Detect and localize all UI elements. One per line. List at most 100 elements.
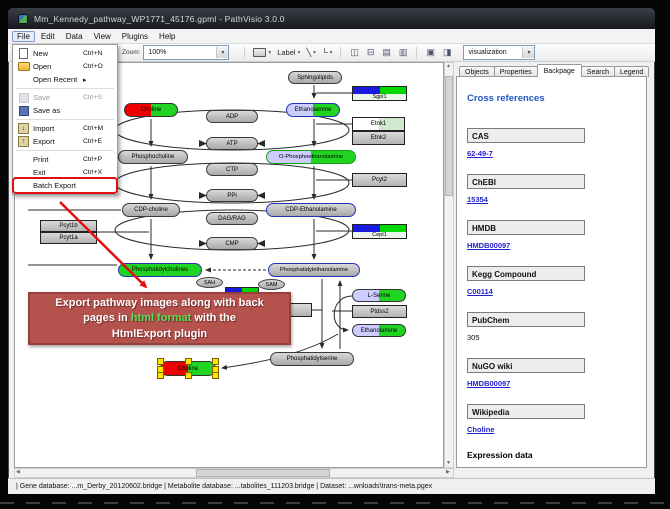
pathway-node-choline-top[interactable]: Choline [124, 103, 178, 117]
pathway-node-sgpl1[interactable]: Sgpl1 [352, 86, 407, 101]
stack-vertical-icon[interactable]: ▤ [378, 47, 395, 58]
pathway-node-etnk1[interactable]: Etnk1 [352, 117, 405, 131]
pathway-node-phosphatidylethanolamine[interactable]: Phosphatidylethanolamine [268, 263, 360, 277]
xref-source-kegg-compound: Kegg Compound [467, 266, 585, 281]
horizontal-scrollbar-thumb[interactable] [196, 469, 330, 477]
visualization-combobox[interactable]: visualization ▾ [463, 45, 535, 60]
file-menu-item-exit[interactable]: ExitCtrl+X [14, 166, 116, 179]
xref-link[interactable]: HMDB00097 [467, 379, 636, 388]
vertical-scrollbar-thumb[interactable] [445, 76, 453, 196]
pathway-node-cept1[interactable]: Cept1 [352, 224, 407, 239]
chevron-down-icon[interactable]: ▾ [216, 47, 228, 58]
status-bar: | Gene database: ...m_Derby_20120602.bri… [8, 478, 655, 494]
visualization-value: visualization [468, 49, 506, 56]
pathway-node-pcyt1a[interactable]: Pcyt1a [40, 232, 97, 244]
label-button[interactable]: Label▾ [274, 45, 303, 60]
pathway-node-choline-selected[interactable]: Choline [160, 361, 216, 376]
file-menu-item-new[interactable]: NewCtrl+N [14, 47, 116, 60]
zoom-value: 100% [148, 49, 166, 56]
pathway-node-sah[interactable]: SAH [196, 277, 223, 288]
new-icon [19, 48, 28, 59]
pathway-node-sphingolipids[interactable]: Sphingolipids [288, 71, 342, 84]
open-icon [18, 62, 30, 71]
scroll-right-icon[interactable]: ▶ [446, 470, 450, 475]
menu-data[interactable]: Data [61, 31, 88, 42]
common-width-icon[interactable]: ▣ [422, 47, 439, 58]
scroll-left-icon[interactable]: ◀ [16, 470, 20, 475]
file-menu-item-open[interactable]: OpenCtrl+O [14, 60, 116, 73]
align-center-y-icon[interactable]: ⊟ [363, 47, 379, 58]
saveas-icon [19, 106, 29, 116]
file-menu-item-print[interactable]: PrintCtrl+P [14, 153, 116, 166]
pathway-node-atp[interactable]: ATP [206, 137, 258, 150]
pathway-node-dag[interactable]: DAG/RAG [206, 212, 258, 225]
align-center-x-icon[interactable]: ◫ [346, 47, 363, 58]
annotation-line: with the [191, 312, 236, 324]
selection-handle[interactable] [185, 358, 192, 365]
expression-data-heading: Expression data [467, 450, 636, 460]
save-icon [19, 93, 29, 103]
menu-bar: FileEditDataViewPluginsHelp [8, 29, 655, 44]
xref-source-hmdb: HMDB [467, 220, 585, 235]
selection-handle[interactable] [185, 372, 192, 379]
xref-source-chebi: ChEBI [467, 174, 585, 189]
file-menu-item-save-as[interactable]: Save as [14, 104, 116, 117]
title-bar[interactable]: Mm_Kennedy_pathway_WP1771_45176.gpml - P… [8, 8, 655, 29]
pathway-node-adp[interactable]: ADP [206, 110, 258, 123]
common-height-icon[interactable]: ◨ [439, 47, 456, 58]
tab-backpage[interactable]: Backpage [537, 64, 582, 77]
xref-link[interactable]: HMDB00097 [467, 241, 636, 250]
file-menu-item-save[interactable]: SaveCtrl+S [14, 91, 116, 104]
pathway-node-ethanolamine-top[interactable]: Ethanolamine [286, 103, 340, 117]
selection-handle[interactable] [157, 372, 164, 379]
pathway-node-o-phosphoethanolamine[interactable]: O-Phosphoethanolamine [266, 150, 356, 164]
pathway-node-pcyt1b[interactable]: Pcyt1b [40, 220, 97, 232]
pathway-node-cdp-ethanolamine[interactable]: CDP-Ethanolamine [266, 203, 356, 217]
pathway-node-phosphatidylserine[interactable]: Phosphatidylserine [270, 352, 354, 366]
xref-source-nugo-wiki: NuGO wiki [467, 358, 585, 373]
pathway-node-ctp[interactable]: CTP [206, 163, 258, 176]
chevron-down-icon: ▾ [268, 50, 271, 56]
chevron-down-icon[interactable]: ▾ [522, 47, 534, 58]
pathway-node-ptdss2[interactable]: Ptdss2 [352, 305, 407, 318]
annotation-line: pages in [83, 312, 131, 324]
stack-horizontal-icon[interactable]: ▥ [395, 47, 412, 58]
scroll-up-icon[interactable]: ▲ [446, 64, 451, 69]
file-menu-item-import[interactable]: ImportCtrl+M [14, 122, 116, 135]
file-menu-item-open-recent[interactable]: Open Recent▸ [14, 73, 116, 86]
pathway-node-cdp-choline[interactable]: CDP-choline [122, 203, 180, 217]
selection-handle[interactable] [212, 358, 219, 365]
menu-file[interactable]: File [12, 31, 35, 42]
cross-references-heading: Cross references [467, 93, 636, 104]
xref-link[interactable]: 62-49-7 [467, 149, 636, 158]
annotation-callout: Export pathway images along with back pa… [28, 292, 291, 345]
line-tool-button[interactable]: ╲▾ [303, 45, 319, 60]
pathway-node-phosphatidylcholines[interactable]: Phosphatidylcholines [118, 263, 202, 277]
pathway-node-ethanolamine-bottom[interactable]: Ethanolamine [352, 324, 406, 337]
pathway-node-sam[interactable]: SAM [258, 279, 285, 290]
selection-handle[interactable] [212, 372, 219, 379]
menu-edit[interactable]: Edit [36, 31, 60, 42]
menu-help[interactable]: Help [154, 31, 180, 42]
datanode-button[interactable]: ▾ [250, 45, 274, 60]
xref-link[interactable]: C00114 [467, 287, 636, 296]
menu-plugins[interactable]: Plugins [117, 31, 153, 42]
selection-handle[interactable] [157, 358, 164, 365]
pathway-node-l-serine[interactable]: L-Serine [352, 289, 406, 302]
xref-link[interactable]: Choline [467, 425, 636, 434]
file-menu-item-export[interactable]: ExportCtrl+E [14, 135, 116, 148]
xref-source-pubchem: PubChem [467, 312, 585, 327]
pathway-node-cmp[interactable]: CMP [206, 237, 258, 250]
xref-link[interactable]: 15354 [467, 195, 636, 204]
connector-tool-button[interactable]: └▾ [319, 45, 335, 60]
pathway-node-phosphocholine[interactable]: Phosphocholine [118, 150, 188, 164]
menu-view[interactable]: View [89, 31, 116, 42]
file-menu-item-batch-export[interactable]: Batch Export [14, 179, 116, 192]
pathway-node-pcyt2[interactable]: Pcyt2 [352, 173, 407, 187]
zoom-combobox[interactable]: 100% ▾ [143, 45, 229, 60]
toolbar-separator [340, 47, 341, 59]
scroll-down-icon[interactable]: ▼ [446, 461, 451, 466]
pathway-node-ppi[interactable]: PPi [206, 189, 258, 202]
pathway-node-etnk2[interactable]: Etnk2 [352, 131, 405, 145]
line-icon: ╲ [306, 48, 311, 57]
